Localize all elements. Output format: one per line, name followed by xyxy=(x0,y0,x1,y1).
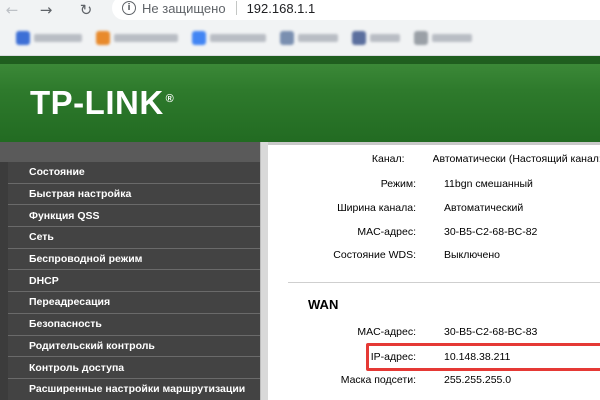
bookmark-item[interactable] xyxy=(414,30,472,45)
sidebar-item-advanced-routing[interactable]: Расширенные настройки маршрутизации xyxy=(8,378,260,400)
browser-toolbar: ← → ↻ i Не защищено 192.168.1.1 xyxy=(0,0,600,20)
sidebar-item-access-control[interactable]: Контроль доступа xyxy=(8,357,260,379)
info-row-ip: IP-адрес: 10.148.38.211 xyxy=(268,346,600,368)
row-value: 30-B5-C2-68-BC-83 xyxy=(444,326,538,338)
sidebar-item-security[interactable]: Безопасность xyxy=(8,313,260,336)
row-label: IP-адрес: xyxy=(370,351,416,363)
section-divider xyxy=(288,282,600,283)
tp-link-logo: TP-LINK ® xyxy=(30,84,175,121)
status-content: Канал: Автоматически (Настоящий канал: 1… xyxy=(268,142,600,400)
sidebar-item-forwarding[interactable]: Переадресация xyxy=(8,292,260,314)
row-value: 11bgn смешанный xyxy=(444,178,533,190)
back-icon[interactable]: ← xyxy=(0,0,24,20)
sidebar-item-parental-control[interactable]: Родительский контроль xyxy=(8,335,260,358)
row-label: Канал: xyxy=(371,153,405,165)
bookmark-favicon-icon xyxy=(16,30,30,45)
ip-address-value: 10.148.38.211 xyxy=(444,351,511,363)
security-label: Не защищено xyxy=(142,0,226,16)
sidebar-item-quick-setup[interactable]: Быстрая настройка xyxy=(8,183,260,206)
sidebar-top xyxy=(0,142,268,162)
row-label: MAC-адрес: xyxy=(357,226,416,238)
router-header: TP-LINK ® xyxy=(0,56,600,142)
sidebar-item-status[interactable]: Состояние xyxy=(8,162,260,184)
row-label: Режим: xyxy=(380,178,416,190)
info-row: Режим: 11bgn смешанный xyxy=(268,173,600,195)
row-value: 30-B5-C2-68-BC-82 xyxy=(444,226,538,238)
info-row: MAC-адрес: 30-B5-C2-68-BC-82 xyxy=(268,221,600,243)
info-row: Маска подсети: 255.255.255.0 xyxy=(268,369,600,391)
row-label: MAC-адрес: xyxy=(357,326,416,338)
address-divider xyxy=(235,1,237,15)
header-stripe xyxy=(0,56,600,64)
row-label: Ширина канала: xyxy=(337,202,416,214)
reload-icon[interactable]: ↻ xyxy=(74,0,98,20)
sidebar-item-dhcp[interactable]: DHCP xyxy=(8,270,260,293)
info-row: Ширина канала: Автоматический xyxy=(268,197,600,219)
bookmark-item[interactable] xyxy=(352,30,400,45)
bookmark-favicon-icon xyxy=(352,30,366,45)
bookmark-favicon-icon xyxy=(96,30,110,45)
row-value: Выключено xyxy=(444,249,500,261)
row-value: 255.255.255.0 xyxy=(444,374,512,386)
bookmark-favicon-icon xyxy=(192,30,206,45)
wan-section-title: WAN xyxy=(308,297,339,312)
row-value: Автоматически (Настоящий канал: 1) xyxy=(432,153,600,165)
sidebar-menu: Состояние Быстрая настройка Функция QSS … xyxy=(0,142,268,400)
bookmarks-bar xyxy=(0,20,600,56)
info-row: Состояние WDS: Выключено xyxy=(268,244,600,266)
row-label: Маска подсети: xyxy=(340,374,416,386)
sidebar-item-network[interactable]: Сеть xyxy=(8,227,260,249)
sidebar-edge xyxy=(0,162,8,400)
bookmark-item[interactable] xyxy=(16,30,82,45)
row-value: Автоматический xyxy=(444,202,524,214)
sidebar-item-qss[interactable]: Функция QSS xyxy=(8,205,260,228)
bookmark-favicon-icon xyxy=(280,30,294,45)
sidebar-scroll-rail[interactable] xyxy=(260,142,268,400)
menu-list: Состояние Быстрая настройка Функция QSS … xyxy=(8,162,260,400)
url-text: 192.168.1.1 xyxy=(246,0,316,16)
content-divider xyxy=(268,142,600,145)
bookmark-item[interactable] xyxy=(280,30,338,45)
info-row: Канал: Автоматически (Настоящий канал: 1… xyxy=(268,148,600,170)
row-label: Состояние WDS: xyxy=(333,249,416,261)
bookmark-item[interactable] xyxy=(96,30,178,45)
bookmark-favicon-icon xyxy=(414,30,428,45)
forward-icon[interactable]: → xyxy=(34,0,58,20)
sidebar-item-wireless[interactable]: Беспроводной режим xyxy=(8,248,260,271)
info-icon[interactable]: i xyxy=(122,1,136,15)
info-row: MAC-адрес: 30-B5-C2-68-BC-83 xyxy=(268,321,600,343)
bookmark-item[interactable] xyxy=(192,30,266,45)
address-bar[interactable]: i Не защищено 192.168.1.1 xyxy=(112,0,600,20)
